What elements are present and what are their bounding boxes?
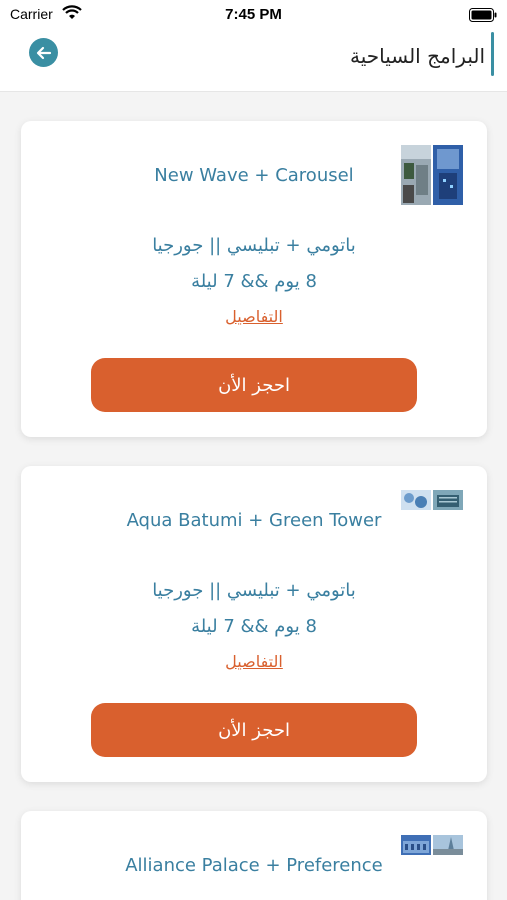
program-card: Aqua Batumi + Green Tower باتومي + تبليس… xyxy=(21,466,487,782)
book-now-button[interactable]: احجز الأن xyxy=(91,358,417,412)
duration-text: 8 يوم && 7 ليلة xyxy=(191,271,317,292)
program-card: New Wave + Carousel باتومي + تبليسي || ج… xyxy=(21,121,487,437)
battery-icon xyxy=(469,7,497,26)
details-link[interactable]: التفاصيل xyxy=(21,307,487,326)
hotel-names: New Wave + Carousel xyxy=(154,165,354,186)
hotel-names: Alliance Palace + Preference xyxy=(125,855,383,876)
details-link[interactable]: التفاصيل xyxy=(21,652,487,671)
title-accent-bar xyxy=(491,32,494,76)
duration-text: 8 يوم && 7 ليلة xyxy=(191,616,317,637)
back-button[interactable] xyxy=(29,38,58,67)
hotel-thumbnails xyxy=(401,835,463,855)
arrow-left-icon xyxy=(36,46,51,59)
hotel-thumbnails xyxy=(401,490,463,510)
status-bar: Carrier 7:45 PM xyxy=(0,0,507,30)
hotel-names: Aqua Batumi + Green Tower xyxy=(126,510,382,531)
hotel-photo-2 xyxy=(433,490,463,510)
hotel-photo-1 xyxy=(401,490,431,510)
hotel-photo-1 xyxy=(401,835,431,855)
page-title: البرامج السياحية xyxy=(350,44,485,68)
destination-text: باتومي + تبليسي || جورجيا xyxy=(152,235,356,256)
destination-text: باتومي + تبليسي || جورجيا xyxy=(152,580,356,601)
hotel-photo-2 xyxy=(433,835,463,855)
navigation-header: البرامج السياحية xyxy=(0,30,507,92)
clock: 7:45 PM xyxy=(225,6,282,23)
book-now-button[interactable]: احجز الأن xyxy=(91,703,417,757)
program-card: Alliance Palace + Preference xyxy=(21,811,487,900)
